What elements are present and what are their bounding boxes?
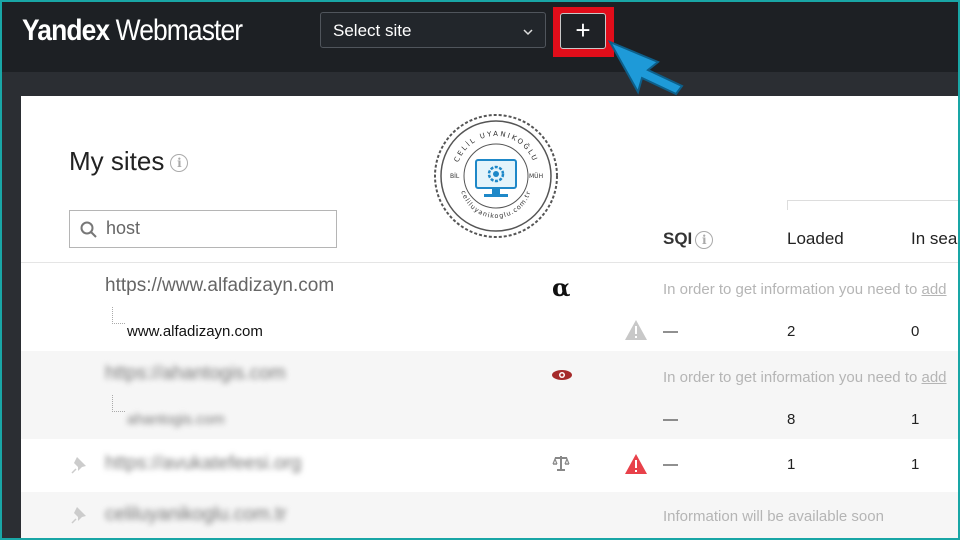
column-divider xyxy=(787,200,788,210)
search-field[interactable] xyxy=(69,210,337,248)
svg-text:MÜH: MÜH xyxy=(529,173,543,180)
eye-icon xyxy=(552,370,572,380)
in-search-value: 1 xyxy=(911,411,920,428)
site-row[interactable]: https://www.alfadizayn.com α In order to… xyxy=(21,262,958,351)
tree-connector xyxy=(112,395,125,412)
add-site-button[interactable]: + xyxy=(560,13,606,49)
pin-icon[interactable] xyxy=(71,506,87,524)
site-row[interactable]: celiluyanikoglu.com.tr Information will … xyxy=(21,492,958,538)
pin-icon[interactable] xyxy=(71,456,87,474)
alert-icon[interactable] xyxy=(624,453,648,475)
site-subdomain[interactable]: www.alfadizayn.com xyxy=(127,323,263,340)
warning-icon[interactable] xyxy=(624,319,648,341)
loaded-value: 8 xyxy=(787,411,796,428)
sqi-header[interactable]: SQI i xyxy=(663,229,714,249)
site-row[interactable]: https://avukatefeesi.org — 1 1 xyxy=(21,439,958,491)
search-icon xyxy=(80,221,97,238)
chevron-down-icon xyxy=(523,29,533,36)
alpha-icon: α xyxy=(552,273,571,302)
info-icon[interactable]: i xyxy=(695,230,714,249)
sqi-value: — xyxy=(663,456,678,473)
screen-frame: Yandex Webmaster Select site + My sites i… xyxy=(0,0,960,540)
info-icon[interactable]: i xyxy=(170,154,189,173)
site-subdomain[interactable]: ahantogis.com xyxy=(127,411,225,428)
site-host[interactable]: celiluyanikoglu.com.tr xyxy=(105,504,287,526)
page-title: My sites i xyxy=(69,146,189,177)
main-panel: My sitesi SQIi Loaded In sea CELİL UYANI… xyxy=(21,96,958,538)
pointer-arrow-icon xyxy=(608,40,684,96)
scales-icon xyxy=(552,456,570,471)
sqi-value: — xyxy=(663,411,678,428)
add-link[interactable]: add xyxy=(922,369,947,386)
site-select-label: Select site xyxy=(333,21,412,40)
search-input[interactable] xyxy=(104,217,328,240)
logo[interactable]: Yandex Webmaster xyxy=(22,14,243,48)
loaded-header[interactable]: Loaded xyxy=(787,229,844,249)
loaded-value: 2 xyxy=(787,323,796,340)
logo-brand: Yandex xyxy=(22,14,110,47)
stamp-logo: CELİL UYANIKOĞLU celiluyanikoglu.com.tr … xyxy=(434,114,558,238)
site-host[interactable]: https://www.alfadizayn.com xyxy=(105,275,334,297)
sqi-value: — xyxy=(663,323,678,340)
site-host[interactable]: https://ahantogis.com xyxy=(105,363,286,385)
site-row[interactable]: https://ahantogis.com In order to get in… xyxy=(21,351,958,439)
add-note: In order to get information you need to … xyxy=(663,369,947,386)
add-note: In order to get information you need to … xyxy=(663,281,947,298)
in-search-header[interactable]: In sea xyxy=(911,229,957,249)
site-select[interactable]: Select site xyxy=(320,12,546,48)
svg-text:BİL: BİL xyxy=(450,173,460,180)
site-host[interactable]: https://avukatefeesi.org xyxy=(105,453,301,475)
add-link[interactable]: add xyxy=(922,281,947,298)
info-note: Information will be available soon xyxy=(663,508,884,525)
tree-connector xyxy=(112,307,125,324)
loaded-value: 1 xyxy=(787,456,796,473)
add-site-highlight: + xyxy=(553,7,614,57)
in-search-value: 1 xyxy=(911,456,920,473)
column-divider xyxy=(787,200,958,201)
logo-product: Webmaster xyxy=(115,14,243,47)
in-search-value: 0 xyxy=(911,323,920,340)
top-bar: Yandex Webmaster Select site + xyxy=(2,2,958,72)
